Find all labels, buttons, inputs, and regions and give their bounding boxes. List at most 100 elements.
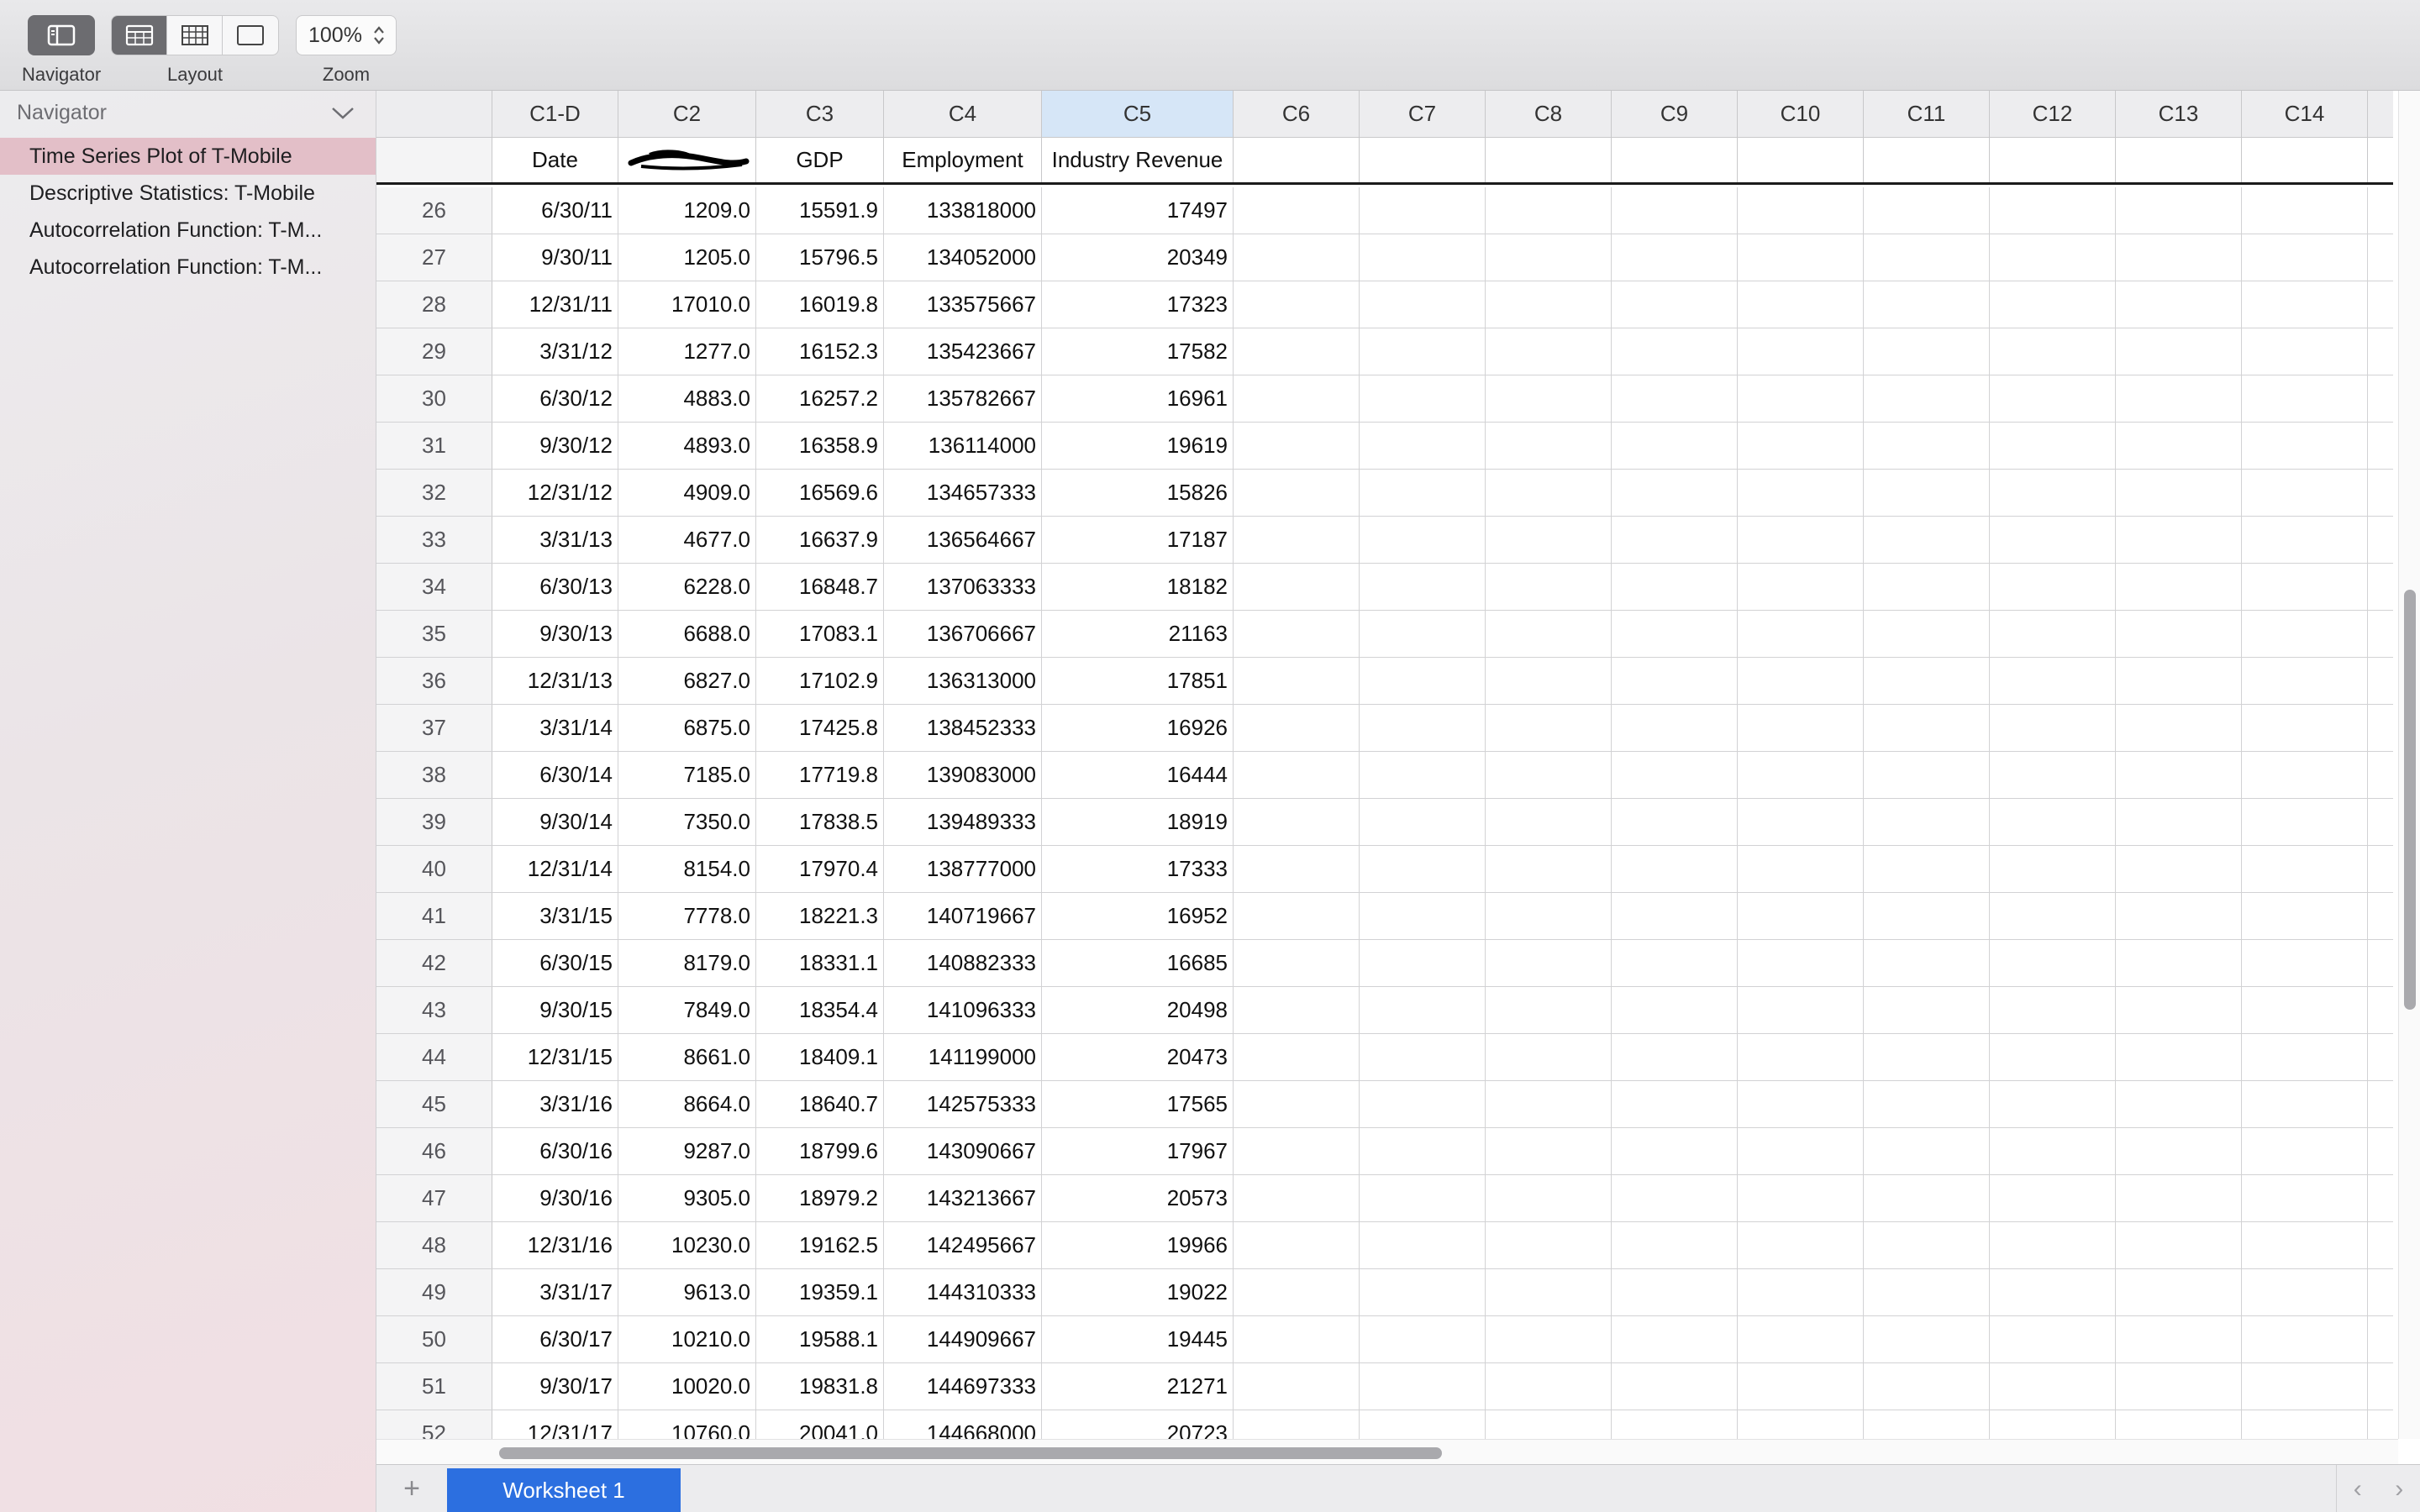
column-name-cell-empty[interactable] <box>1486 138 1612 182</box>
empty-cell[interactable] <box>1234 846 1360 892</box>
data-cell[interactable]: 17719.8 <box>756 752 884 798</box>
column-header-c6[interactable]: C6 <box>1234 91 1360 137</box>
column-name-cell[interactable]: Industry Revenue <box>1042 138 1234 182</box>
empty-cell[interactable] <box>1612 517 1738 563</box>
data-cell[interactable]: 136706667 <box>884 611 1042 657</box>
empty-cell[interactable] <box>2242 328 2368 375</box>
data-cell[interactable]: 3/31/16 <box>492 1081 618 1127</box>
empty-cell[interactable] <box>2116 611 2242 657</box>
empty-cell[interactable] <box>1486 423 1612 469</box>
empty-cell[interactable] <box>1738 752 1864 798</box>
empty-cell[interactable] <box>1990 611 2116 657</box>
empty-cell[interactable] <box>1360 1363 1486 1410</box>
empty-cell[interactable] <box>1486 328 1612 375</box>
empty-cell[interactable] <box>1234 893 1360 939</box>
empty-cell[interactable] <box>2116 1081 2242 1127</box>
empty-cell[interactable] <box>1234 799 1360 845</box>
empty-cell[interactable] <box>2116 1269 2242 1315</box>
empty-cell[interactable] <box>1234 611 1360 657</box>
empty-cell[interactable] <box>1738 187 1864 234</box>
data-cell[interactable]: 6827.0 <box>618 658 756 704</box>
column-name-cell[interactable]: Date <box>492 138 618 182</box>
data-cell[interactable]: 143213667 <box>884 1175 1042 1221</box>
data-cell[interactable]: 9/30/11 <box>492 234 618 281</box>
empty-cell[interactable] <box>2242 940 2368 986</box>
row-number[interactable]: 39 <box>376 799 492 845</box>
column-name-cell-empty[interactable] <box>1234 138 1360 182</box>
data-cell[interactable]: 8179.0 <box>618 940 756 986</box>
data-cell[interactable]: 3/31/15 <box>492 893 618 939</box>
row-number[interactable]: 48 <box>376 1222 492 1268</box>
empty-cell[interactable] <box>1612 423 1738 469</box>
data-cell[interactable]: 9/30/12 <box>492 423 618 469</box>
row-number[interactable]: 34 <box>376 564 492 610</box>
data-cell[interactable]: 3/31/17 <box>492 1269 618 1315</box>
data-cell[interactable]: 18409.1 <box>756 1034 884 1080</box>
empty-cell[interactable] <box>1234 1128 1360 1174</box>
data-cell[interactable]: 9305.0 <box>618 1175 756 1221</box>
data-cell[interactable]: 143090667 <box>884 1128 1042 1174</box>
empty-cell[interactable] <box>1990 1081 2116 1127</box>
data-cell[interactable]: 18979.2 <box>756 1175 884 1221</box>
data-cell[interactable]: 133575667 <box>884 281 1042 328</box>
navigator-item[interactable]: Autocorrelation Function: T-M... <box>0 249 376 286</box>
column-name-cell-empty[interactable] <box>1990 138 2116 182</box>
column-header-c1-d[interactable]: C1-D <box>492 91 618 137</box>
row-number[interactable]: 51 <box>376 1363 492 1410</box>
empty-cell[interactable] <box>2242 1128 2368 1174</box>
empty-cell[interactable] <box>2242 1175 2368 1221</box>
empty-cell[interactable] <box>1864 611 1990 657</box>
empty-cell[interactable] <box>1360 1081 1486 1127</box>
data-cell[interactable]: 19588.1 <box>756 1316 884 1362</box>
empty-cell[interactable] <box>1864 1128 1990 1174</box>
empty-cell[interactable] <box>1486 658 1612 704</box>
data-cell[interactable]: 135423667 <box>884 328 1042 375</box>
data-cell[interactable]: 144909667 <box>884 1316 1042 1362</box>
empty-cell[interactable] <box>1234 752 1360 798</box>
data-cell[interactable]: 8664.0 <box>618 1081 756 1127</box>
empty-cell[interactable] <box>2116 517 2242 563</box>
empty-cell[interactable] <box>1612 1128 1738 1174</box>
data-cell[interactable]: 138777000 <box>884 846 1042 892</box>
empty-cell[interactable] <box>2242 1363 2368 1410</box>
navigator-item[interactable]: Descriptive Statistics: T-Mobile <box>0 175 376 212</box>
empty-cell[interactable] <box>1990 423 2116 469</box>
empty-cell[interactable] <box>1486 1034 1612 1080</box>
empty-cell[interactable] <box>1738 1034 1864 1080</box>
column-name-cell-empty[interactable] <box>1612 138 1738 182</box>
data-cell[interactable]: 16358.9 <box>756 423 884 469</box>
data-cell[interactable]: 12/31/13 <box>492 658 618 704</box>
empty-cell[interactable] <box>1486 611 1612 657</box>
empty-cell[interactable] <box>1738 375 1864 422</box>
horizontal-scrollbar[interactable] <box>376 1439 2398 1464</box>
empty-cell[interactable] <box>1360 187 1486 234</box>
empty-cell[interactable] <box>1990 1128 2116 1174</box>
data-cell[interactable]: 16926 <box>1042 705 1234 751</box>
empty-cell[interactable] <box>2242 1269 2368 1315</box>
empty-cell[interactable] <box>1738 799 1864 845</box>
empty-cell[interactable] <box>1990 705 2116 751</box>
empty-cell[interactable] <box>1864 234 1990 281</box>
row-number[interactable]: 28 <box>376 281 492 328</box>
empty-cell[interactable] <box>2116 375 2242 422</box>
data-cell[interactable]: 139083000 <box>884 752 1042 798</box>
data-cell[interactable]: 9/30/13 <box>492 611 618 657</box>
data-cell[interactable]: 144310333 <box>884 1269 1042 1315</box>
data-cell[interactable]: 16961 <box>1042 375 1234 422</box>
empty-cell[interactable] <box>1612 1034 1738 1080</box>
column-name-cell-empty[interactable] <box>2242 138 2368 182</box>
empty-cell[interactable] <box>1612 281 1738 328</box>
empty-cell[interactable] <box>2116 705 2242 751</box>
empty-cell[interactable] <box>1360 517 1486 563</box>
empty-cell[interactable] <box>2242 1081 2368 1127</box>
empty-cell[interactable] <box>1990 564 2116 610</box>
empty-cell[interactable] <box>1486 1269 1612 1315</box>
empty-cell[interactable] <box>1234 1034 1360 1080</box>
data-cell[interactable]: 4909.0 <box>618 470 756 516</box>
empty-cell[interactable] <box>1990 328 2116 375</box>
empty-cell[interactable] <box>1864 517 1990 563</box>
empty-cell[interactable] <box>1486 470 1612 516</box>
data-cell[interactable]: 134657333 <box>884 470 1042 516</box>
data-cell[interactable]: 15796.5 <box>756 234 884 281</box>
empty-cell[interactable] <box>1738 1222 1864 1268</box>
